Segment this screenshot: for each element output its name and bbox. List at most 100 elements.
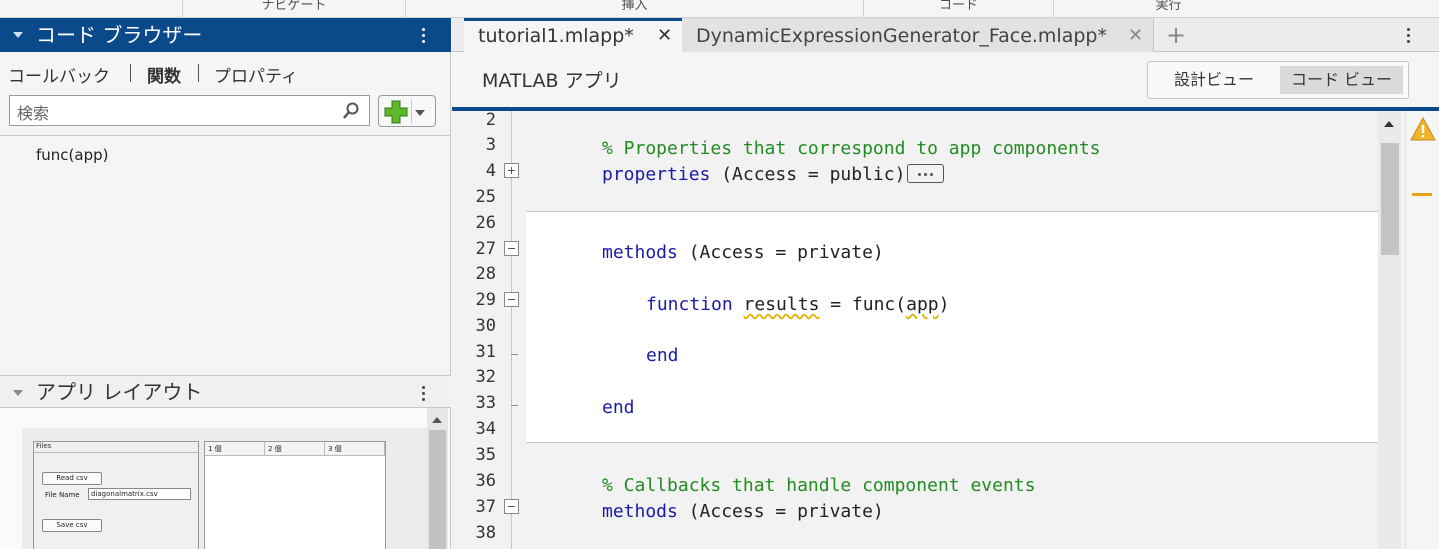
scroll-up-arrow-icon[interactable]: [432, 417, 442, 423]
design-view-button[interactable]: 設計ビュー: [1152, 66, 1276, 94]
matlab-app-designer: ナビゲート 挿入 コード 実行 コード ブラウザー コールバック 関数 プロパテ…: [0, 0, 1439, 549]
line-number: 37: [475, 497, 496, 517]
list-item-function[interactable]: func(app): [36, 146, 108, 164]
app-layout-scrollbar[interactable]: [427, 408, 448, 549]
editor-menu-icon[interactable]: [1406, 28, 1412, 46]
line-number: 4: [485, 161, 496, 181]
fold-collapse-icon[interactable]: [504, 241, 519, 256]
chevron-down-icon[interactable]: [415, 110, 425, 116]
tab-properties[interactable]: プロパティ: [214, 62, 298, 87]
app-layout-preview[interactable]: Files Read csv File Name diagonalmatrix.…: [22, 428, 427, 549]
new-tab-plus-icon[interactable]: +: [1166, 21, 1186, 49]
code-editor[interactable]: 2 3 4 25 26 27 28 29 30 31 32 33 34 35 3…: [452, 110, 1439, 549]
code-scrollbar[interactable]: [1378, 111, 1401, 549]
line-number: 25: [475, 187, 496, 207]
code-view-button[interactable]: コード ビュー: [1280, 66, 1403, 94]
tab-separator: [198, 64, 199, 82]
search-icon: [343, 102, 359, 119]
line-number: 27: [475, 239, 496, 259]
code-text: (Access = private): [677, 242, 884, 263]
section-run: 実行: [1053, 0, 1283, 18]
code-line-31: end: [646, 345, 679, 366]
code-browser-search-input[interactable]: 検索: [9, 95, 370, 126]
app-title: MATLAB アプリ: [482, 70, 622, 92]
toolstrip-section-labels: ナビゲート 挿入 コード 実行: [0, 0, 1439, 18]
line-number: 31: [475, 342, 496, 362]
search-placeholder: 検索: [17, 104, 50, 123]
scrollbar-thumb[interactable]: [429, 430, 446, 549]
tab-separator: [130, 64, 131, 82]
message-bar: [1405, 111, 1439, 549]
code-browser-menu-icon[interactable]: [421, 28, 427, 46]
line-number: 34: [475, 419, 496, 439]
close-icon[interactable]: ✕: [657, 21, 672, 51]
code-line-27: methods (Access = private): [602, 242, 884, 263]
app-layout-menu-icon[interactable]: [421, 386, 427, 404]
fold-tick: [511, 354, 518, 355]
line-number: 33: [475, 393, 496, 413]
code-browser-header[interactable]: コード ブラウザー: [0, 18, 451, 52]
code-warning-results[interactable]: results: [744, 294, 820, 315]
tab-label: DynamicExpressionGenerator_Face.mlapp*: [696, 25, 1107, 47]
code-warning-app[interactable]: app: [906, 294, 939, 315]
collapse-triangle-icon[interactable]: [13, 32, 23, 38]
collapse-triangle-icon[interactable]: [13, 390, 23, 396]
tab-tutorial1[interactable]: tutorial1.mlapp* ✕: [464, 18, 682, 52]
editor-area: tutorial1.mlapp* ✕ DynamicExpressionGene…: [452, 18, 1439, 549]
left-panel: コード ブラウザー コールバック 関数 プロパティ 検索 func(app) ア…: [0, 18, 451, 549]
line-number: 26: [475, 213, 496, 233]
tab-callbacks[interactable]: コールバック: [8, 62, 110, 87]
keyword-methods: methods: [602, 501, 678, 522]
folded-code-ellipsis-icon[interactable]: [907, 163, 945, 183]
editor-tab-bar: tutorial1.mlapp* ✕ DynamicExpressionGene…: [452, 18, 1439, 52]
warning-marker[interactable]: [1412, 193, 1432, 196]
line-number: 35: [475, 445, 496, 465]
warning-icon[interactable]: [1410, 117, 1436, 141]
tab-functions[interactable]: 関数: [147, 62, 181, 87]
line-number: 29: [475, 290, 496, 310]
add-function-button[interactable]: [378, 95, 436, 127]
preview-table-header: 3 個: [325, 442, 385, 456]
code-line-29: function results = func(app): [646, 294, 949, 315]
line-number-gutter: 2 3 4 25 26 27 28 29 30 31 32 33 34 35 3…: [452, 110, 526, 549]
app-layout-title: アプリ レイアウト: [36, 380, 203, 404]
fold-expand-icon[interactable]: [504, 163, 519, 178]
preview-save-button: Save csv: [42, 519, 102, 532]
line-number: 28: [475, 264, 496, 284]
scrollbar-thumb[interactable]: [1381, 143, 1399, 255]
close-icon[interactable]: ✕: [1128, 18, 1143, 54]
view-toggle: 設計ビュー コード ビュー: [1147, 61, 1409, 99]
code-text: = func(: [819, 294, 907, 315]
preview-panel-title: Files: [36, 442, 52, 450]
preview-panel-divider: [34, 452, 198, 453]
scroll-up-arrow-icon[interactable]: [1384, 121, 1394, 127]
section-navigate: ナビゲート: [182, 0, 405, 18]
code-line-36: % Callbacks that handle component events: [602, 475, 1036, 496]
line-number: 30: [475, 316, 496, 336]
code-text: (Access = private): [677, 501, 884, 522]
fold-tick: [511, 405, 518, 406]
keyword-function: function: [646, 294, 733, 315]
app-layout-header[interactable]: アプリ レイアウト: [0, 375, 451, 408]
section-insert: 挿入: [405, 0, 863, 18]
code-browser-title: コード ブラウザー: [36, 23, 203, 47]
preview-files-panel: Files Read csv File Name diagonalmatrix.…: [33, 441, 199, 549]
fold-collapse-icon[interactable]: [504, 499, 519, 514]
preview-table: 1 個 2 個 3 個: [204, 441, 386, 549]
code-line-37: methods (Access = private): [602, 501, 884, 522]
code-line-4: properties (Access = public): [602, 163, 945, 185]
app-layout-body: Files Read csv File Name diagonalmatrix.…: [0, 408, 450, 549]
section-code: コード: [863, 0, 1053, 18]
keyword-properties: properties: [602, 164, 711, 185]
code-line-3: % Properties that correspond to app comp…: [602, 138, 1101, 159]
line-number: 3: [485, 135, 496, 155]
button-divider: [411, 99, 412, 123]
tab-dynamic-expression-generator[interactable]: DynamicExpressionGenerator_Face.mlapp* ✕: [682, 18, 1154, 52]
line-number: 32: [475, 367, 496, 387]
line-number: 38: [475, 523, 496, 543]
preview-read-button: Read csv: [42, 472, 102, 485]
preview-file-name-field: diagonalmatrix.csv: [88, 488, 191, 500]
fold-collapse-icon[interactable]: [504, 292, 519, 307]
preview-file-name-label: File Name: [45, 491, 80, 499]
